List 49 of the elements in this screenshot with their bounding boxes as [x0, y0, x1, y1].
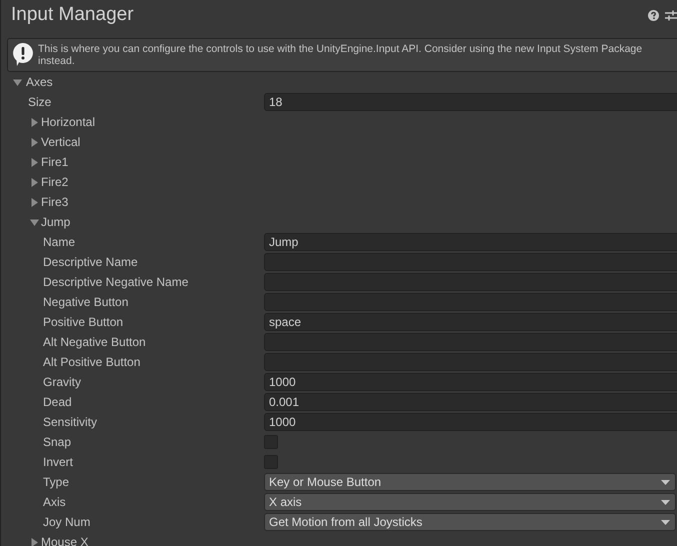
foldout-label[interactable]: Fire3: [41, 195, 68, 209]
foldout-arrow-icon[interactable]: [30, 178, 39, 186]
field-label: Snap: [43, 435, 72, 449]
field-label: Negative Button: [43, 295, 130, 309]
field-label: Invert: [43, 455, 74, 469]
field-label: Joy Num: [43, 515, 92, 529]
foldout-arrow-icon[interactable]: [30, 158, 39, 166]
settings-icon[interactable]: [665, 10, 677, 20]
caret-icon: [661, 520, 670, 524]
foldout-label[interactable]: Vertical: [41, 135, 80, 149]
text-field[interactable]: 1000: [264, 413, 677, 431]
foldout-arrow-icon[interactable]: [30, 118, 39, 126]
field-label: Alt Positive Button: [43, 355, 142, 369]
foldout-arrow-icon[interactable]: [30, 198, 39, 206]
foldout-label[interactable]: Jump: [41, 215, 70, 229]
foldout-label[interactable]: Fire2: [41, 175, 68, 189]
field-label: Sensitivity: [43, 415, 98, 429]
text-field[interactable]: 1000: [264, 373, 677, 391]
text-field[interactable]: 0.001: [264, 393, 677, 411]
field-label: Size: [28, 95, 52, 109]
dropdown[interactable]: Get Motion from all Joysticks: [264, 513, 676, 531]
field-label: Alt Negative Button: [43, 335, 147, 349]
field-label: Gravity: [43, 375, 82, 389]
field-label: Name: [43, 235, 76, 249]
field-label: Descriptive Negative Name: [43, 275, 190, 289]
dropdown[interactable]: X axis: [264, 493, 676, 511]
field-label: Axis: [43, 495, 67, 509]
field-label: Descriptive Name: [43, 255, 139, 269]
foldout-arrow-icon[interactable]: [30, 218, 39, 226]
text-field[interactable]: space: [264, 313, 677, 331]
size-field[interactable]: 18: [264, 93, 677, 111]
foldout-label[interactable]: Mouse X: [41, 535, 88, 546]
foldout-label[interactable]: Axes: [26, 75, 53, 89]
caret-icon: [661, 480, 670, 484]
caret-icon: [661, 500, 670, 504]
help-text: This is where you can configure the controls to use with the UnityEngine.Input API. Consider using the new Input System Package instead.: [38, 43, 644, 67]
field-label: Dead: [43, 395, 73, 409]
foldout-arrow-icon[interactable]: [30, 538, 39, 546]
text-field[interactable]: Jump: [264, 233, 677, 251]
dropdown[interactable]: Key or Mouse Button: [264, 473, 676, 491]
field-label: Positive Button: [43, 315, 124, 329]
field-label: Type: [43, 475, 70, 489]
foldout-arrow-icon[interactable]: [13, 78, 22, 86]
help-icon[interactable]: [648, 10, 659, 20]
warning-icon: [13, 43, 33, 67]
foldout-label[interactable]: Fire1: [41, 155, 68, 169]
foldout-arrow-icon[interactable]: [30, 138, 39, 146]
window-title: Input Manager: [11, 4, 135, 26]
foldout-label[interactable]: Horizontal: [41, 115, 96, 129]
